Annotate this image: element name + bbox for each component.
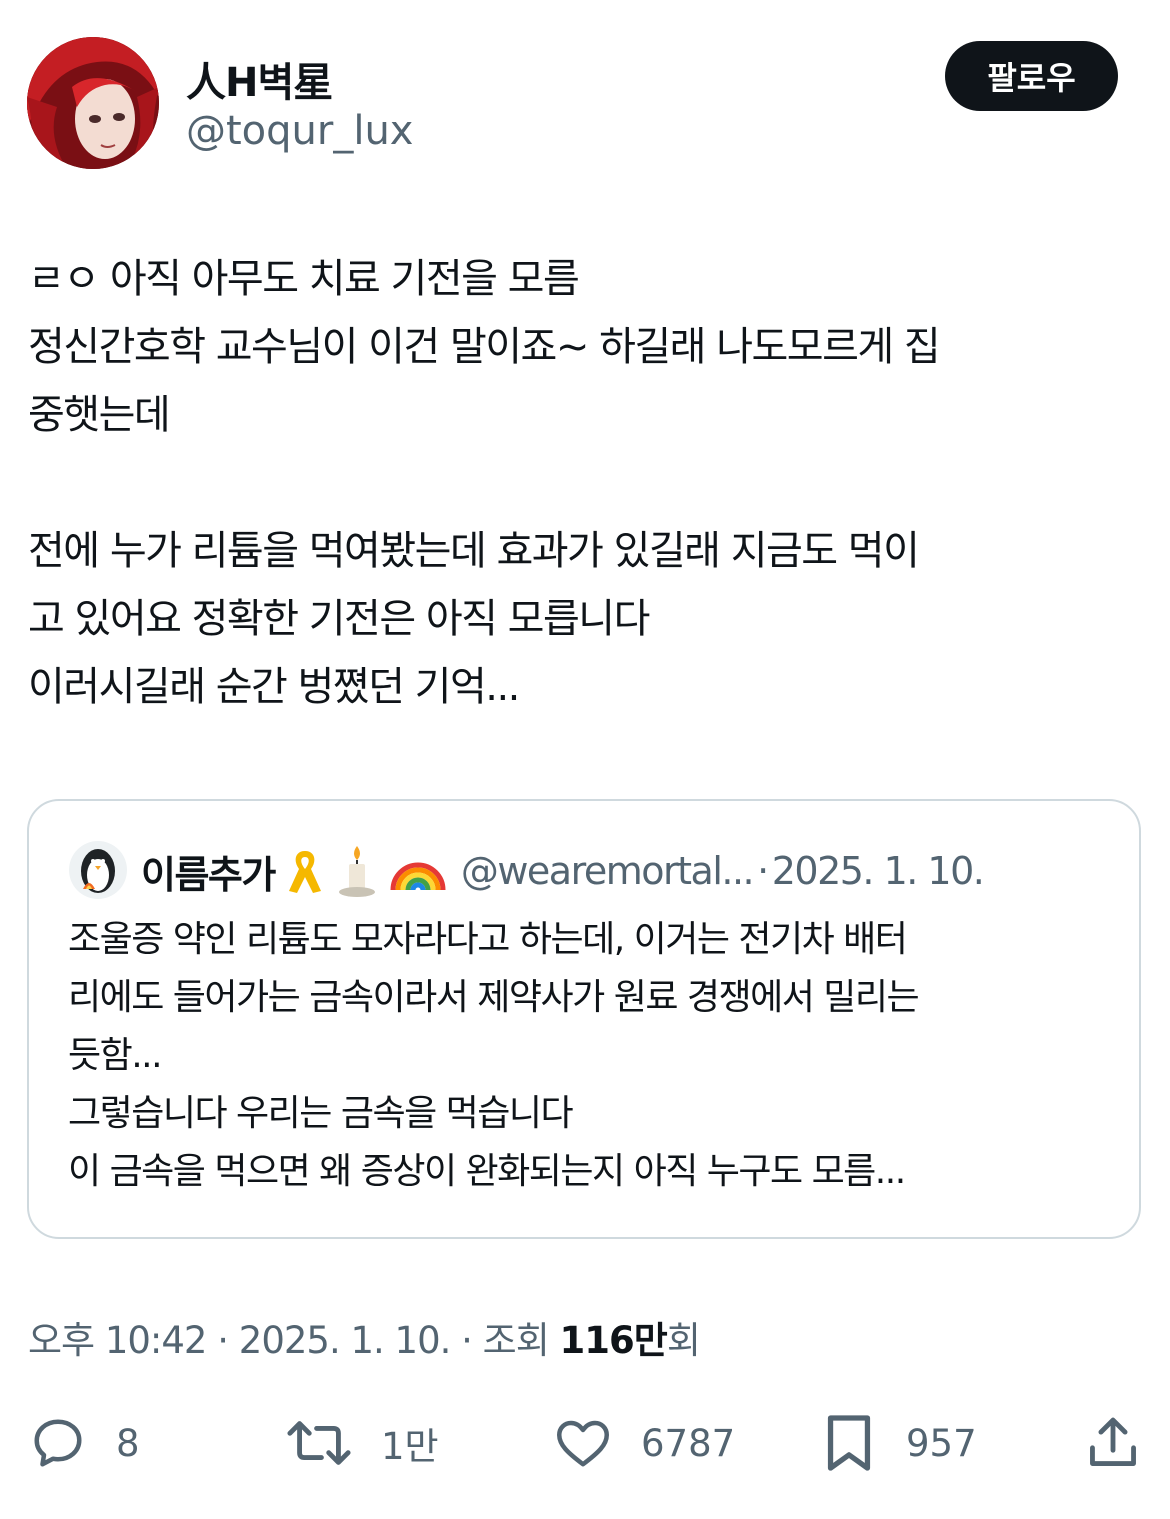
bookmark-icon	[827, 1415, 871, 1471]
bookmark-count: 957	[906, 1421, 977, 1465]
quoted-tweet-line: 그렇습니다 우리는 금속을 먹습니다	[68, 1093, 574, 1134]
quoted-tweet-text: 조울증 약인 리튬도 모자라다고 하는데, 이거는 전기차 배터 리에도 들어가…	[68, 911, 1118, 1201]
tweet-meta: 오후 10:42 · 2025. 1. 10. · 조회 116만회	[28, 1310, 701, 1364]
quoted-tweet-line: 이 금속을 먹으면 왜 증상이 완화되는지 아직 누구도 모름...	[68, 1151, 906, 1192]
tweet-line: 정신간호학 교수님이 이건 말이죠~ 하길래 나도모르게 집	[28, 324, 941, 370]
quoted-author-handle: @wearemortal...	[460, 849, 755, 893]
action-bar: 8 1만 6787 957	[0, 1400, 1170, 1490]
quoted-tweet-line: 리에도 들어가는 금속이라서 제약사가 원료 경쟁에서 밀리는	[68, 977, 920, 1018]
quoted-author-name[interactable]: 이름추가	[141, 844, 276, 899]
quoted-tweet-card[interactable]: 이름추가 @wearemortal... · 2025. 1. 10. 조울증 …	[27, 799, 1141, 1239]
avatar-image	[27, 37, 159, 169]
ribbon-icon	[285, 845, 325, 897]
heart-icon	[557, 1420, 609, 1467]
reply-count: 8	[116, 1421, 140, 1465]
separator: ·	[757, 849, 769, 893]
retweet-count: 1만	[381, 1425, 439, 1468]
quoted-tweet-line: 듯함...	[68, 1035, 163, 1076]
follow-button[interactable]: 팔로우	[945, 41, 1118, 111]
penguin-icon	[81, 849, 115, 893]
quoted-tweet-header: 이름추가 @wearemortal... · 2025. 1. 10.	[141, 841, 985, 901]
retweet-icon	[287, 1421, 351, 1465]
like-button[interactable]: 6787	[553, 1412, 735, 1474]
retweet-button[interactable]: 1만	[285, 1412, 439, 1474]
tweet-text: ㄹㅇ 아직 아무도 치료 기전을 모름 정신간호학 교수님이 이건 말이죠~ 하…	[28, 245, 1148, 721]
views-label: 조회	[482, 1319, 550, 1362]
candle-icon	[335, 844, 379, 898]
tweet-line: 중햇는데	[28, 392, 171, 438]
separator: ·	[217, 1319, 229, 1362]
quoted-tweet-date: 2025. 1. 10.	[771, 849, 985, 893]
share-icon	[1090, 1417, 1136, 1466]
tweet-line: 이러시길래 순간 벙쪘던 기억...	[28, 664, 520, 710]
tweet-line: ㄹㅇ 아직 아무도 치료 기전을 모름	[28, 256, 580, 302]
author-display-name[interactable]: 人H벽星	[186, 50, 333, 108]
views-suffix: 회	[666, 1319, 701, 1362]
tweet-time[interactable]: 오후 10:42	[28, 1319, 207, 1362]
bookmark-button[interactable]: 957	[820, 1412, 977, 1474]
reply-button[interactable]: 8	[28, 1412, 140, 1474]
reply-icon	[34, 1419, 82, 1467]
tweet-line: 고 있어요 정확한 기전은 아직 모릅니다	[28, 596, 650, 642]
rainbow-icon	[389, 848, 447, 894]
author-handle[interactable]: @toqur_lux	[186, 108, 413, 154]
like-count: 6787	[641, 1421, 736, 1465]
views-count: 116만	[559, 1319, 668, 1362]
tweet-line: 전에 누가 리튬을 먹여봤는데 효과가 있길래 지금도 먹이	[28, 528, 920, 574]
tweet-date[interactable]: 2025. 1. 10.	[239, 1319, 452, 1362]
author-avatar[interactable]	[27, 37, 159, 169]
share-button[interactable]	[1084, 1412, 1142, 1474]
quoted-tweet-line: 조울증 약인 리튬도 모자라다고 하는데, 이거는 전기차 배터	[68, 919, 908, 960]
quoted-author-avatar	[69, 841, 127, 899]
separator: ·	[461, 1319, 473, 1362]
